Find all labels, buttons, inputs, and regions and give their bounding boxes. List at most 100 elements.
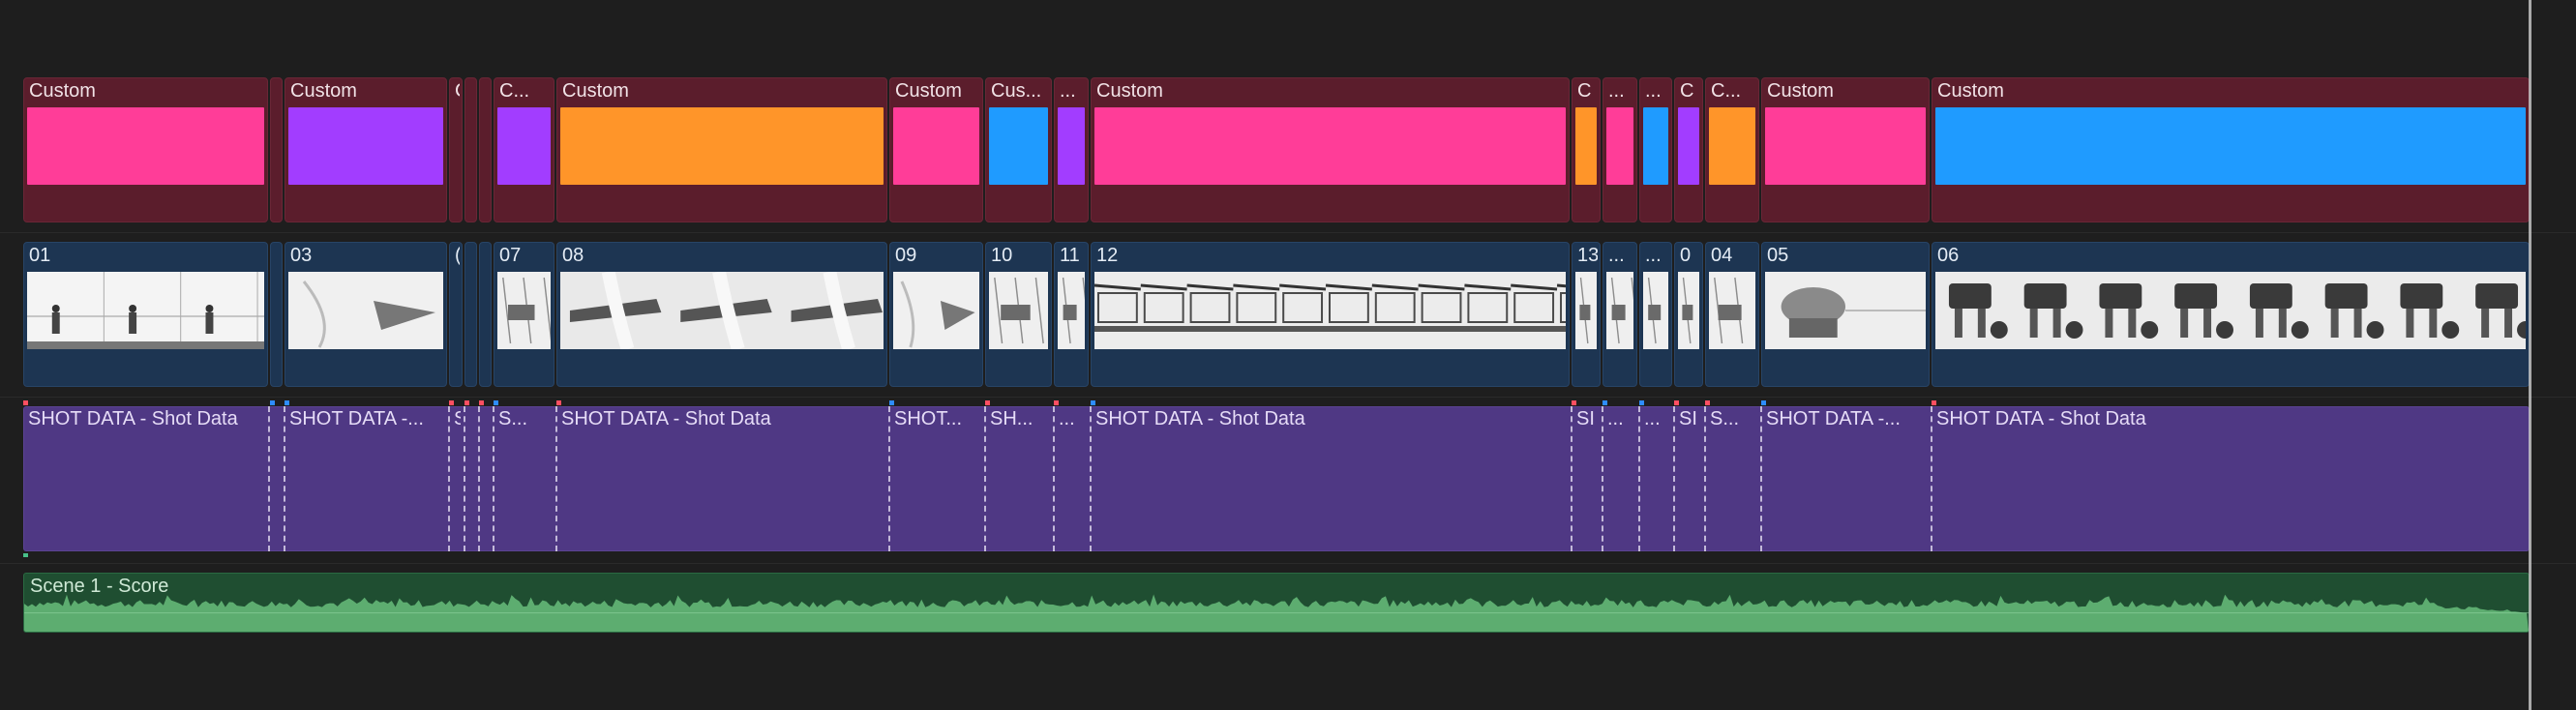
color-clip[interactable]: [270, 77, 283, 222]
video-clip[interactable]: 07: [494, 242, 554, 387]
storyboard-sketch: [1058, 272, 1085, 349]
color-clip[interactable]: C: [1674, 77, 1703, 222]
lane-separator: [0, 563, 2576, 564]
color-swatch: [1935, 107, 2526, 185]
video-clip[interactable]: 0: [1674, 242, 1703, 387]
video-clip[interactable]: 08: [556, 242, 887, 387]
video-thumbnail: [1575, 272, 1597, 349]
clip-divider: [284, 406, 285, 551]
video-clip[interactable]: 11: [1054, 242, 1089, 387]
color-swatch: [27, 107, 264, 185]
clip-marker: [23, 400, 28, 405]
video-clip[interactable]: [270, 242, 283, 387]
color-swatch: [1709, 107, 1755, 185]
data-clip[interactable]: SHOT DATA - Shot Data: [1091, 406, 1570, 551]
data-clip[interactable]: S...: [494, 406, 554, 551]
color-swatch: [1765, 107, 1926, 185]
data-clip[interactable]: SHOT DATA -...: [285, 406, 447, 551]
color-clip[interactable]: [479, 77, 492, 222]
video-thumbnail: [893, 272, 979, 349]
color-clip-label: ...: [1645, 80, 1662, 102]
color-clip[interactable]: Custom: [1932, 77, 2530, 222]
data-clip[interactable]: S...: [1705, 406, 1759, 551]
data-clip[interactable]: SHOT DATA - Shot Data: [556, 406, 887, 551]
video-clip[interactable]: 04: [1705, 242, 1759, 387]
data-clip[interactable]: SI: [1674, 406, 1703, 551]
data-clip[interactable]: S: [449, 406, 463, 551]
clip-divider: [1090, 406, 1092, 551]
clip-marker: [1054, 400, 1059, 405]
data-clip-label: ...: [1607, 408, 1624, 429]
data-clip[interactable]: SI: [1572, 406, 1601, 551]
data-clip-label: SHOT DATA -...: [1766, 408, 1901, 429]
video-clip[interactable]: [464, 242, 477, 387]
video-thumbnail: [1606, 272, 1633, 349]
video-clip[interactable]: 05: [1761, 242, 1930, 387]
data-clip[interactable]: SHOT DATA - Shot Data: [1932, 406, 2530, 551]
color-clip-label: C...: [1711, 80, 1742, 102]
data-clip[interactable]: ...: [1054, 406, 1089, 551]
color-clip[interactable]: Custom: [889, 77, 983, 222]
storyboard-sketch: [1678, 272, 1699, 349]
video-clip[interactable]: 13: [1572, 242, 1601, 387]
video-clip[interactable]: ...: [1603, 242, 1637, 387]
video-clip[interactable]: ...: [1639, 242, 1672, 387]
color-clip-label: ...: [1608, 80, 1625, 102]
video-clip[interactable]: 10: [985, 242, 1052, 387]
data-clip[interactable]: SHOT...: [889, 406, 983, 551]
video-clip[interactable]: 03: [285, 242, 447, 387]
clip-marker: [1603, 400, 1607, 405]
color-clip[interactable]: C: [449, 77, 463, 222]
data-clip-label: SHOT DATA - Shot Data: [28, 408, 238, 429]
data-clip[interactable]: SH...: [985, 406, 1052, 551]
data-clip[interactable]: ...: [1603, 406, 1637, 551]
color-clip[interactable]: [464, 77, 477, 222]
video-clip[interactable]: 06: [1932, 242, 2530, 387]
color-swatch: [1606, 107, 1633, 185]
color-clip[interactable]: ...: [1639, 77, 1672, 222]
color-swatch: [989, 107, 1048, 185]
color-clip[interactable]: C: [1572, 77, 1601, 222]
video-clip-label: 07: [499, 245, 522, 266]
video-clip[interactable]: [479, 242, 492, 387]
color-clip[interactable]: Custom: [1091, 77, 1570, 222]
color-clip[interactable]: C...: [1705, 77, 1759, 222]
clip-divider: [1571, 406, 1573, 551]
video-clip-label: 08: [562, 245, 584, 266]
video-clip[interactable]: (: [449, 242, 463, 387]
storyboard-sketch: [989, 272, 1048, 349]
color-clip[interactable]: Custom: [1761, 77, 1930, 222]
color-clip[interactable]: Custom: [556, 77, 887, 222]
timeline[interactable]: Custom Custom C C... Custom Custom Cus...... Cu…: [0, 0, 2576, 710]
color-clip[interactable]: Custom: [285, 77, 447, 222]
storyboard-sketch: [1709, 272, 1755, 349]
color-clip[interactable]: C...: [494, 77, 554, 222]
clip-marker: [1932, 400, 1936, 405]
color-clip[interactable]: ...: [1054, 77, 1089, 222]
color-clip[interactable]: Cus...: [985, 77, 1052, 222]
data-clip[interactable]: ...: [1639, 406, 1672, 551]
lane-separator: [0, 232, 2576, 233]
data-clip-label: SHOT DATA - Shot Data: [561, 408, 771, 429]
audio-clip[interactable]: Scene 1 - Score: [23, 573, 2530, 633]
video-clip-label: 11: [1060, 245, 1080, 266]
playhead[interactable]: [2529, 0, 2531, 710]
data-clip[interactable]: SHOT DATA -...: [1761, 406, 1930, 551]
data-clip-label: SI: [1679, 408, 1697, 429]
color-clip[interactable]: ...: [1603, 77, 1637, 222]
clip-marker: [1639, 400, 1644, 405]
storyboard-sketch: [27, 272, 264, 349]
video-thumbnail: [1709, 272, 1755, 349]
color-clip[interactable]: Custom: [23, 77, 268, 222]
data-clip-label: S...: [498, 408, 528, 429]
video-clip[interactable]: 09: [889, 242, 983, 387]
video-clip[interactable]: 01: [23, 242, 268, 387]
color-swatch: [1643, 107, 1668, 185]
data-clip[interactable]: [270, 406, 283, 551]
data-clip[interactable]: [479, 406, 492, 551]
data-clip[interactable]: SHOT DATA - Shot Data: [23, 406, 268, 551]
clip-marker: [1091, 400, 1095, 405]
data-clip[interactable]: [464, 406, 477, 551]
video-clip[interactable]: 12: [1091, 242, 1570, 387]
video-clip-label: ...: [1645, 245, 1662, 266]
